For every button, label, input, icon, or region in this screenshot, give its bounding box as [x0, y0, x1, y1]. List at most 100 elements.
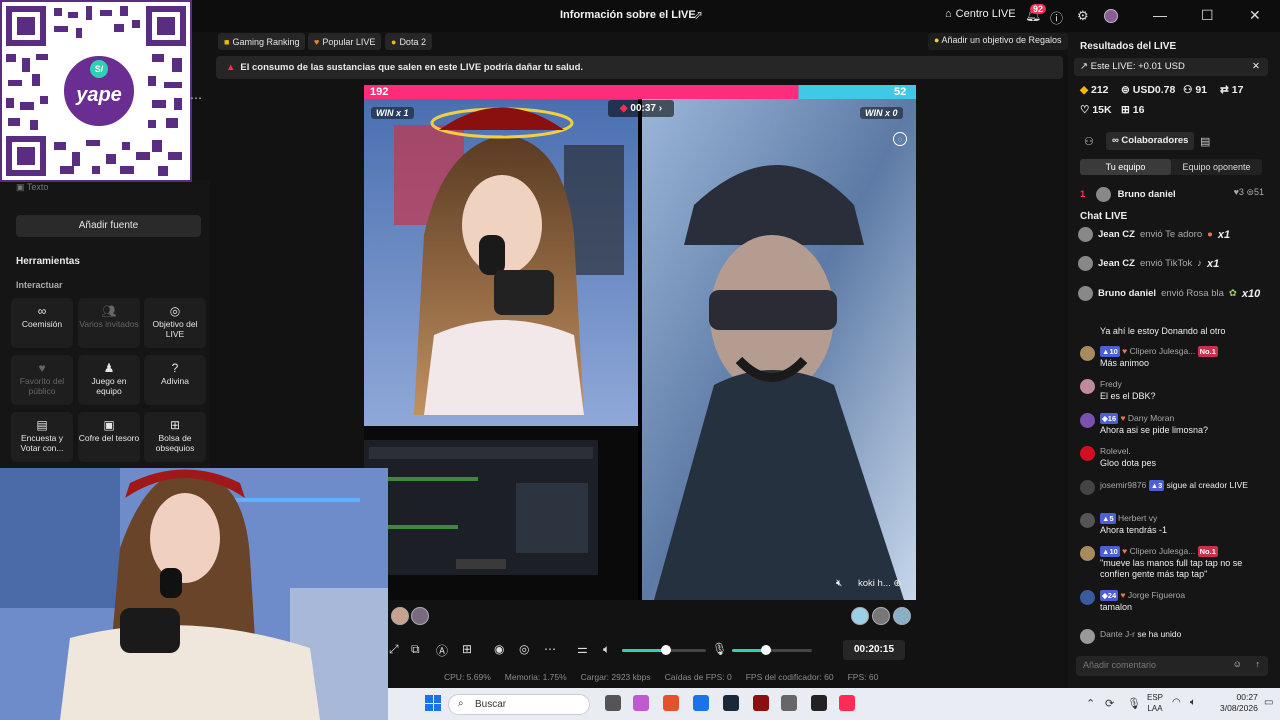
layout-icon[interactable]: ⧉	[411, 642, 420, 657]
share-icon[interactable]: ⇗	[693, 8, 703, 22]
mute-icon[interactable]: 🔇︎	[836, 578, 842, 589]
add-icon: ⊕	[893, 578, 902, 589]
opponent-name[interactable]: koki h... ⊕	[858, 578, 901, 589]
expand-icon[interactable]: ⤢	[389, 642, 399, 657]
battle-score-bar	[364, 85, 916, 99]
tag-label: Dota 2	[399, 36, 426, 47]
tab-colaboradores[interactable]: ∞ Colaboradores	[1106, 132, 1195, 150]
close-icon[interactable]: ✕	[1249, 7, 1261, 24]
gift-icon: ⊞	[1121, 104, 1130, 116]
tool-objetivo-live[interactable]: ◎ Objetivo del LIVE	[144, 298, 206, 348]
texto-label: Texto	[26, 182, 49, 192]
tag-gaming-ranking[interactable]: ■ Gaming Ranking	[218, 33, 306, 50]
add-scene-icon[interactable]: ⊞	[462, 642, 472, 656]
add-comment-input[interactable]: Añadir comentario ☺ ↑	[1076, 656, 1268, 676]
add-gift-goal-button[interactable]: ● Añadir un objetivo de Regalos	[928, 33, 1068, 50]
chevron-up-icon[interactable]: ⌃	[1086, 697, 1095, 710]
level-value: 10	[1109, 347, 1118, 356]
brave-icon[interactable]	[663, 695, 679, 711]
este-live-bar[interactable]: ↗ Este LIVE: +0.01 USD ✕	[1074, 58, 1268, 76]
tool-cofre-tesoro[interactable]: ▣ Cofre del tesoro	[78, 412, 140, 462]
tool-varios-invitados[interactable]: 👥︎ Varios invitados	[78, 298, 140, 348]
taskbar-search-input[interactable]: ⌕ Buscar	[448, 694, 590, 715]
record-icon[interactable]: ◉	[494, 642, 504, 656]
copilot-icon[interactable]	[633, 695, 649, 711]
tool-bolsa-obsequios[interactable]: ⊞ Bolsa de obsequios	[144, 412, 206, 462]
guest-avatar[interactable]	[391, 607, 409, 625]
battle-timer[interactable]: ◆ 00:37 ›	[608, 100, 674, 117]
user-plus-icon[interactable]: ⚇	[1084, 135, 1094, 148]
level-value: 10	[1109, 547, 1118, 556]
wifi-icon[interactable]: ◠	[1172, 697, 1181, 708]
add-source-button[interactable]: Añadir fuente	[16, 215, 201, 237]
chat-message: ◆16 ♥ Dany Moran Ahora asi se pide limosn…	[1080, 413, 1264, 439]
tool-favorito-publico[interactable]: ♥ Favorito del público	[11, 355, 73, 405]
speaker-icon[interactable]: 🔈︎	[1190, 697, 1196, 708]
lang-layout: LAA	[1147, 704, 1163, 713]
avatar[interactable]	[1104, 9, 1118, 23]
taskbar-clock[interactable]: 00:27 3/08/2026	[1220, 692, 1258, 714]
sync-icon[interactable]: ⟳	[1105, 697, 1114, 710]
chat-message: Fredy El es el DBK?	[1080, 379, 1264, 405]
yape-currency-badge: S/	[90, 60, 108, 78]
mic-icon[interactable]: 🎙︎	[712, 642, 727, 656]
obs-icon[interactable]	[811, 695, 827, 711]
viewer-avatar[interactable]	[872, 607, 890, 625]
ranking-row[interactable]: 1 Bruno daniel ♥3 ⊜51	[1080, 187, 1264, 202]
results-title: Resultados del LIVE	[1080, 41, 1177, 52]
texto-source[interactable]: ▣ Texto	[16, 182, 48, 193]
more-options-icon[interactable]: ⋯	[544, 642, 556, 656]
camera-switch-icon[interactable]: ◎	[519, 642, 529, 656]
tab-tu-equipo[interactable]: Tu equipo	[1080, 159, 1171, 175]
windows-start-icon[interactable]	[425, 695, 441, 711]
adjust-icon[interactable]: ⚌	[577, 642, 588, 656]
steam-icon[interactable]	[723, 695, 739, 711]
tool-encuesta[interactable]: ▤ Encuesta y Votar con...	[11, 412, 73, 462]
emoji-icon[interactable]: ☺	[1233, 659, 1242, 669]
tag-dota-2[interactable]: ● Dota 2	[385, 33, 432, 50]
volume-knob[interactable]	[660, 645, 671, 655]
viewer-avatar[interactable]	[893, 607, 911, 625]
list-icon[interactable]: ▤	[1200, 135, 1210, 148]
gear-icon[interactable]: ⚙	[1077, 8, 1089, 24]
settings-icon[interactable]	[781, 695, 797, 711]
stat-diamonds: ◆ 212	[1080, 84, 1109, 96]
poll-icon: ▤	[36, 418, 48, 432]
mic-slider[interactable]	[732, 649, 812, 652]
avatar	[1080, 446, 1095, 461]
guest-avatar[interactable]	[411, 607, 429, 625]
tool-adivina[interactable]: ? Adivina	[144, 355, 206, 405]
viewer-avatar[interactable]	[851, 607, 869, 625]
hourglass-icon: ◆	[619, 103, 628, 114]
help-icon[interactable]: ⓘ	[1050, 8, 1063, 27]
tab-equipo-oponente[interactable]: Equipo oponente	[1171, 159, 1262, 175]
volume-icon[interactable]: 🔈︎	[603, 642, 610, 657]
send-icon[interactable]: ↑	[1256, 659, 1261, 669]
chat-user: Fredy	[1100, 379, 1122, 389]
effects-icon[interactable]: Ⓐ	[436, 642, 448, 659]
tool-coemision[interactable]: ∞ Coemisión	[11, 298, 73, 348]
gift-user: Bruno daniel	[1098, 288, 1157, 299]
time: 00:27	[1236, 692, 1258, 702]
tiktok-live-icon[interactable]	[839, 695, 855, 711]
close-icon[interactable]: ✕	[1252, 61, 1260, 72]
globe-icon[interactable]: ◌	[893, 132, 907, 146]
tool-juego-equipo[interactable]: ♟ Juego en equipo	[78, 355, 140, 405]
app-root: Información sobre el LIVE ⇗ ⌂ Centro LIV…	[0, 0, 1280, 720]
language-indicator[interactable]: ESP LAA	[1147, 692, 1163, 714]
maximize-icon[interactable]: ☐	[1201, 7, 1214, 24]
centro-live-button[interactable]: ⌂ Centro LIVE	[945, 8, 1016, 20]
chat-text: Ahora asi se pide limosna?	[1100, 425, 1209, 435]
minimize-icon[interactable]: —	[1153, 7, 1167, 23]
more-icon[interactable]: ⋯	[190, 91, 202, 105]
tool-label: Objetivo del LIVE	[152, 319, 198, 339]
chat-message: ▲10 ♥ Clipero Julesga... No.1 Más animoo	[1080, 346, 1264, 372]
dota-icon[interactable]	[753, 695, 769, 711]
mic-tray-icon[interactable]: 🎙︎	[1127, 697, 1141, 710]
notification-icon[interactable]: ▭	[1264, 697, 1273, 708]
gift-count: x10	[1241, 287, 1261, 300]
tag-popular-live[interactable]: ♥ Popular LIVE	[308, 33, 382, 50]
task-view-icon[interactable]	[605, 695, 621, 711]
store-icon[interactable]	[693, 695, 709, 711]
heart-icon: ♥	[38, 361, 46, 375]
